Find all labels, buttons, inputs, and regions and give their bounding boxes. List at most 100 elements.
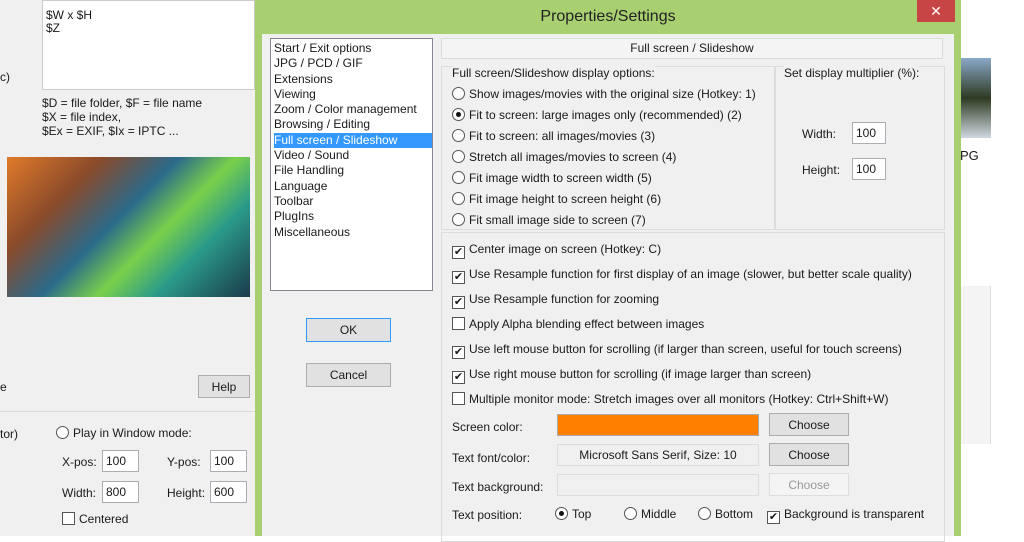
checkbox-label: Centered <box>79 512 129 526</box>
label-format-textbox[interactable]: $W x $H $Z <box>42 0 255 90</box>
text-position-top-radio[interactable]: Top <box>555 507 591 521</box>
radio-icon <box>624 507 637 520</box>
help-button[interactable]: Help <box>198 375 250 398</box>
radio-label: Top <box>572 507 592 521</box>
category-item[interactable]: JPG / PCD / GIF <box>274 56 432 71</box>
radio-label: Bottom <box>715 507 754 521</box>
checkbox-icon: ✔ <box>767 511 780 524</box>
radio-label: Stretch all images/movies to screen (4) <box>469 150 677 164</box>
mult-width-label: Width: <box>802 127 837 141</box>
category-item[interactable]: Video / Sound <box>274 148 432 163</box>
hint-line: $D = file folder, $F = file name <box>42 96 203 110</box>
thumbnail-image[interactable] <box>960 58 991 138</box>
category-item[interactable]: Full screen / Slideshow <box>274 132 432 149</box>
category-item[interactable]: Miscellaneous <box>274 225 432 240</box>
option-checkbox[interactable]: ✔ Use Resample function for first display… <box>452 267 912 284</box>
category-item[interactable]: PlugIns <box>274 209 432 224</box>
display-option-radio[interactable]: Fit small image side to screen (7) <box>452 213 646 227</box>
category-item[interactable]: Zoom / Color management <box>274 102 432 117</box>
label-fragment: c) <box>0 70 10 84</box>
category-item[interactable]: Extensions <box>274 72 432 87</box>
divider <box>0 411 256 412</box>
category-list[interactable]: Start / Exit options JPG / PCD / GIF Exten… <box>270 38 433 291</box>
centered-checkbox[interactable]: Centered <box>62 512 128 526</box>
section-title: Full screen / Slideshow <box>441 38 943 59</box>
text-background-swatch <box>557 474 759 496</box>
ypos-input[interactable]: 100 <box>210 450 247 472</box>
close-button[interactable]: ✕ <box>917 0 955 22</box>
textbox-line: $W x $H <box>46 8 93 22</box>
radio-label: Play in Window mode: <box>73 426 192 440</box>
text-font-value: Microsoft Sans Serif, Size: 10 <box>557 444 759 466</box>
display-option-radio[interactable]: Fit to screen: large images only (recomm… <box>452 108 742 122</box>
category-item[interactable]: Viewing <box>274 87 432 102</box>
ypos-label: Y-pos: <box>167 455 201 469</box>
height-input[interactable]: 600 <box>210 481 247 503</box>
cancel-button[interactable]: Cancel <box>306 363 391 387</box>
text-position-bottom-radio[interactable]: Bottom <box>698 507 753 521</box>
choose-screen-color-button[interactable]: Choose <box>769 413 849 436</box>
radio-icon <box>452 87 465 100</box>
radio-label: Show images/movies with the original siz… <box>469 87 756 101</box>
radio-icon <box>452 150 465 163</box>
label-fragment: e <box>0 380 7 394</box>
checkbox-icon: ✔ <box>452 271 465 284</box>
checkbox-icon: ✔ <box>452 371 465 384</box>
checkbox-label: Use right mouse button for scrolling (if… <box>469 367 812 381</box>
radio-icon <box>555 507 568 520</box>
option-checkbox[interactable]: ✔ Use Resample function for zooming <box>452 292 659 309</box>
category-item[interactable]: Browsing / Editing <box>274 117 432 132</box>
label-fragment: tor) <box>0 427 18 441</box>
checkbox-icon: ✔ <box>452 346 465 359</box>
option-checkbox[interactable]: Apply Alpha blending effect between imag… <box>452 317 704 331</box>
properties-dialog: Properties/Settings ✕ Start / Exit optio… <box>255 0 961 542</box>
multiplier-label: Set display multiplier (%): <box>784 66 920 80</box>
format-hint: $D = file folder, $F = file name $X = fi… <box>42 96 202 138</box>
category-item[interactable]: File Handling <box>274 163 432 178</box>
textbox-line: $Z <box>46 21 61 35</box>
close-icon: ✕ <box>930 3 942 19</box>
radio-label: Fit to screen: all images/movies (3) <box>469 129 656 143</box>
display-option-radio[interactable]: Stretch all images/movies to screen (4) <box>452 150 676 164</box>
background-window: $W x $H $Z c) $D = file folder, $F = fil… <box>0 0 256 536</box>
play-window-radio[interactable]: Play in Window mode: <box>56 426 192 440</box>
ok-button[interactable]: OK <box>306 318 391 342</box>
mult-width-input[interactable]: 100 <box>852 122 886 144</box>
side-panel <box>960 286 991 444</box>
width-input[interactable]: 800 <box>102 481 139 503</box>
screen-color-label: Screen color: <box>452 420 523 434</box>
text-position-middle-radio[interactable]: Middle <box>624 507 676 521</box>
option-checkbox[interactable]: ✔ Center image on screen (Hotkey: C) <box>452 242 661 259</box>
width-label: Width: <box>62 486 97 500</box>
bg-transparent-checkbox[interactable]: ✔ Background is transparent <box>767 507 924 524</box>
category-item[interactable]: Language <box>274 179 432 194</box>
checkbox-icon <box>452 317 465 330</box>
multiplier-group <box>775 66 945 230</box>
option-checkbox[interactable]: ✔ Use right mouse button for scrolling (i… <box>452 367 811 384</box>
choose-text-font-button[interactable]: Choose <box>769 443 849 466</box>
display-option-radio[interactable]: Fit image width to screen width (5) <box>452 171 652 185</box>
display-option-radio[interactable]: Fit to screen: all images/movies (3) <box>452 129 655 143</box>
option-checkbox[interactable]: Multiple monitor mode: Stretch images ov… <box>452 392 888 406</box>
category-item[interactable]: Toolbar <box>274 194 432 209</box>
hint-line: $Ex = EXIF, $Ix = IPTC ... <box>42 124 179 138</box>
checkbox-icon <box>62 512 75 525</box>
checkbox-icon <box>452 392 465 405</box>
choose-text-background-button: Choose <box>769 473 849 496</box>
mult-height-input[interactable]: 100 <box>852 158 886 180</box>
option-checkbox[interactable]: ✔ Use left mouse button for scrolling (if… <box>452 342 902 359</box>
category-item[interactable]: Start / Exit options <box>274 41 432 56</box>
checkbox-icon: ✔ <box>452 296 465 309</box>
height-label: Height: <box>167 486 206 500</box>
radio-label: Fit image height to screen height (6) <box>469 192 662 206</box>
display-option-radio[interactable]: Fit image height to screen height (6) <box>452 192 661 206</box>
radio-icon <box>698 507 711 520</box>
radio-icon <box>56 426 69 439</box>
text-position-label: Text position: <box>452 508 523 522</box>
radio-icon <box>452 192 465 205</box>
checkbox-label: Background is transparent <box>784 507 925 521</box>
preview-image <box>7 157 250 297</box>
thumbnail-caption: PG <box>960 148 979 163</box>
xpos-input[interactable]: 100 <box>102 450 139 472</box>
display-option-radio[interactable]: Show images/movies with the original siz… <box>452 87 756 101</box>
